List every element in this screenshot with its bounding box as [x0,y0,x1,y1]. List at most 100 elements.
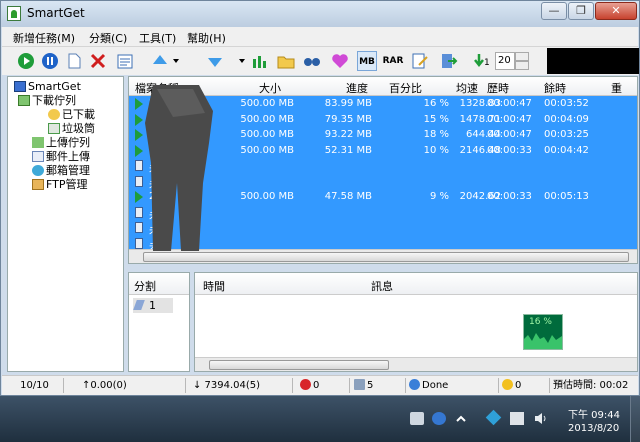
tray-expand-icon[interactable] [454,412,468,425]
cell-size: 500.00 MB [240,144,294,156]
log-header: 時間 訊息 [195,273,637,295]
cell-elapsed: 00:00:47 [487,98,532,109]
cell-percent: 16 % [423,98,449,109]
col-time[interactable]: 時間 [203,278,225,294]
status-done: Done [409,378,499,393]
menu-tools[interactable]: 工具(T) [139,30,176,46]
cell-progress: 47.58 MB [324,191,372,202]
menu-new-task[interactable]: 新增任務(M) [13,30,75,46]
status-eta: 預估時間: 00:02 [553,380,629,391]
network-icon[interactable] [510,412,524,425]
properties-icon[interactable] [115,51,135,71]
segment-header-label[interactable]: 分割 [134,278,156,294]
upload-icon [32,137,44,148]
downloading-icon [135,98,143,110]
status-count: 10/10 [6,378,64,393]
col-size[interactable]: 大小 [259,80,281,96]
tree-item-upload-queue[interactable]: 上傳佇列 [32,136,90,150]
app-icon [7,6,21,21]
segment-item[interactable]: 1 [133,298,173,313]
col-elapsed[interactable]: 歷時 [487,80,509,96]
col-percent[interactable]: 百分比 [389,80,422,96]
trash-icon [48,123,60,134]
mail-icon [32,151,44,162]
exit-icon[interactable] [438,51,458,71]
segment-item-label: 1 [149,299,156,312]
cell-progress: 83.99 MB [324,98,372,109]
app-window: SmartGet — ❐ ✕ 新增任務(M) 分類(C) 工具(T) 幫助(H) [0,0,640,396]
cell-remain: 00:03:52 [544,98,589,109]
clock-date[interactable]: 2013/8/20 [568,423,619,434]
menu-category[interactable]: 分類(C) [89,30,127,46]
minimize-button[interactable]: — [541,2,567,20]
col-progress[interactable]: 進度 [346,80,368,96]
tree-item-download-queue[interactable]: 下載佇列 [18,94,76,108]
move-down-dropdown-icon[interactable] [239,59,245,63]
error-icon [300,379,311,390]
close-button[interactable]: ✕ [595,2,637,20]
connections-input[interactable]: 20 [495,52,515,70]
cell-percent: 9 % [429,191,449,202]
tree-item-mail-upload[interactable]: 郵件上傳 [32,150,90,164]
new-file-icon[interactable] [64,51,84,71]
keyboard-icon[interactable] [410,412,424,425]
list-hscroll-thumb[interactable] [143,252,629,262]
restore-button[interactable]: ❐ [568,2,594,20]
delete-icon[interactable] [88,51,108,71]
pause-icon[interactable] [40,51,60,71]
dropbox-icon[interactable] [485,409,502,426]
cell-elapsed: 00:00:47 [487,113,532,125]
pending-file-icon [135,222,143,233]
spin-down-button[interactable] [515,61,529,70]
overlay-figure-image [145,85,213,251]
favorite-icon[interactable] [330,51,350,71]
clock-time[interactable]: 下午 09:44 [568,406,620,421]
start-icon[interactable] [16,51,36,71]
move-down-icon[interactable] [205,51,225,71]
cell-size: 500.00 MB [240,191,294,202]
move-up-dropdown-icon[interactable] [173,59,179,63]
unit-mb-toggle[interactable]: MB [357,51,377,71]
show-desktop-button[interactable] [630,396,640,442]
cell-remain: 00:05:13 [544,191,589,202]
cell-remain: 00:04:42 [544,144,589,156]
cell-elapsed: 00:00:33 [487,144,532,156]
col-message[interactable]: 訊息 [371,278,393,294]
search-icon[interactable] [302,51,322,71]
window-title: SmartGet [27,6,85,20]
tree-item-ftp-manager[interactable]: FTP管理 [32,178,88,192]
volume-icon[interactable] [534,412,548,425]
tree-item-downloaded[interactable]: 已下載 [48,108,95,122]
tree-root[interactable]: SmartGet [14,80,81,94]
spin-up-button[interactable] [515,52,529,61]
schedule-icon[interactable] [250,51,270,71]
col-remaining[interactable]: 餘時 [544,80,566,96]
tree-item-trash[interactable]: 垃圾筒 [48,122,95,136]
cell-percent: 10 % [423,144,449,156]
cell-remain: 00:04:09 [544,113,589,125]
status-download: ↓ 7394.04(5) [193,378,293,393]
computer-icon [14,81,26,92]
move-up-icon[interactable] [150,51,170,71]
status-bar: 10/10 ↑0.00(0) ↓ 7394.04(5) 0 5 Done 0 預… [2,375,638,395]
log-hscroll-thumb[interactable] [209,360,389,370]
col-speed[interactable]: 均速 [456,80,478,96]
status-other: 0 [502,378,550,393]
cell-size: 500.00 MB [240,98,294,109]
pane-splitter[interactable] [128,265,638,272]
open-folder-icon[interactable] [276,51,296,71]
rar-button[interactable]: RAR [381,51,405,71]
menu-help[interactable]: 幫助(H) [187,30,226,46]
progress-graph-widget: 16 % [523,314,563,350]
speed-graph-panel [547,48,639,74]
title-bar[interactable]: SmartGet — ❐ ✕ [1,1,639,27]
pending-file-icon [135,206,143,218]
col-retry[interactable]: 重 [611,80,622,96]
pending-file-icon [135,237,143,249]
help-icon[interactable] [432,412,446,425]
log-pane: 時間 訊息 16 % [194,272,638,372]
edit-icon[interactable] [410,51,430,71]
segment-pane: 分割 1 [128,272,190,372]
tree-item-mailbox-manager[interactable]: 郵箱管理 [32,164,90,178]
log-hscrollbar[interactable] [195,357,637,371]
